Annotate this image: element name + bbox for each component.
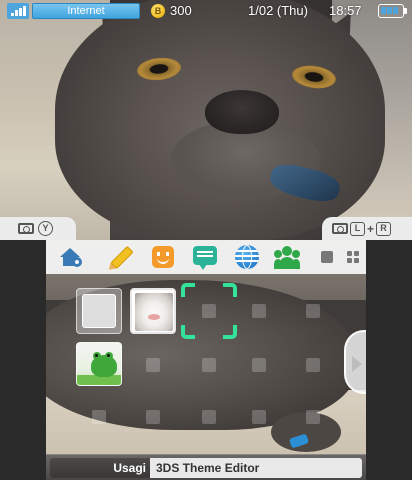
cat-app-tile[interactable] bbox=[130, 288, 176, 334]
grid-view-icon bbox=[347, 251, 359, 263]
empty-slot[interactable] bbox=[252, 304, 266, 318]
single-view-button[interactable] bbox=[314, 244, 340, 270]
frog-app-tile[interactable] bbox=[76, 342, 122, 386]
grid-view-button[interactable] bbox=[340, 244, 366, 270]
empty-slot[interactable] bbox=[202, 358, 216, 372]
home-toolbar bbox=[46, 240, 366, 274]
single-view-icon bbox=[321, 251, 333, 263]
connection-status: Internet bbox=[32, 3, 140, 19]
bottom-gutter-right bbox=[366, 240, 412, 480]
empty-slot[interactable] bbox=[252, 410, 266, 424]
empty-slot[interactable] bbox=[306, 304, 320, 318]
clock-display: 18:57 bbox=[329, 3, 362, 18]
date-display: 1/02 (Thu) bbox=[248, 3, 308, 18]
bottom-screen: Usagi 3DS Theme Editor bbox=[46, 240, 366, 480]
notifications-button[interactable] bbox=[192, 244, 218, 270]
empty-slot[interactable] bbox=[202, 410, 216, 424]
play-coin-count: 300 bbox=[170, 3, 192, 18]
folder-tile[interactable] bbox=[76, 288, 122, 334]
notes-button[interactable] bbox=[109, 244, 135, 270]
signal-strength-icon bbox=[7, 3, 29, 19]
friends-button[interactable] bbox=[274, 244, 300, 270]
smiley-icon bbox=[152, 246, 174, 268]
theme-title: 3DS Theme Editor bbox=[156, 461, 260, 475]
globe-icon bbox=[235, 245, 259, 269]
screenshot-tab-right[interactable]: L + R bbox=[322, 217, 412, 240]
camera-icon bbox=[18, 223, 34, 234]
house-gear-icon bbox=[59, 246, 83, 268]
empty-slot[interactable] bbox=[306, 358, 320, 372]
plus-symbol: + bbox=[367, 221, 375, 236]
mii-button[interactable] bbox=[150, 244, 176, 270]
empty-slot[interactable] bbox=[146, 410, 160, 424]
r-button-icon: R bbox=[376, 221, 392, 236]
camera-icon bbox=[332, 223, 348, 234]
arrow-right-icon bbox=[352, 356, 362, 372]
empty-slot[interactable] bbox=[92, 410, 106, 424]
top-screen: Internet B 300 1/02 (Thu) 18:57 Y L + R bbox=[0, 0, 412, 240]
empty-slot[interactable] bbox=[306, 410, 320, 424]
screenshot-tab-left[interactable]: Y bbox=[0, 217, 76, 240]
browser-button[interactable] bbox=[234, 244, 260, 270]
cat-thumbnail bbox=[135, 293, 173, 331]
status-bar: Internet B 300 1/02 (Thu) 18:57 bbox=[0, 0, 412, 22]
bottom-gutter-left bbox=[0, 240, 46, 480]
3ds-home-menu: Internet B 300 1/02 (Thu) 18:57 Y L + R bbox=[0, 0, 412, 480]
y-button-icon: Y bbox=[38, 221, 53, 236]
empty-slot[interactable] bbox=[252, 358, 266, 372]
home-settings-button[interactable] bbox=[58, 244, 84, 270]
theme-info-bar: Usagi 3DS Theme Editor bbox=[46, 454, 366, 480]
play-coin-icon: B bbox=[151, 4, 165, 18]
empty-slot[interactable] bbox=[146, 358, 160, 372]
l-button-icon: L bbox=[350, 221, 365, 236]
selection-cursor[interactable] bbox=[181, 283, 237, 339]
frog-icon bbox=[91, 352, 117, 377]
theme-author: Usagi bbox=[113, 461, 146, 475]
chat-icon bbox=[193, 246, 217, 270]
friends-icon bbox=[274, 245, 300, 269]
scroll-right-button[interactable] bbox=[344, 330, 366, 394]
cat-nose bbox=[205, 90, 279, 134]
pencil-icon bbox=[110, 245, 134, 269]
battery-icon bbox=[378, 4, 407, 18]
